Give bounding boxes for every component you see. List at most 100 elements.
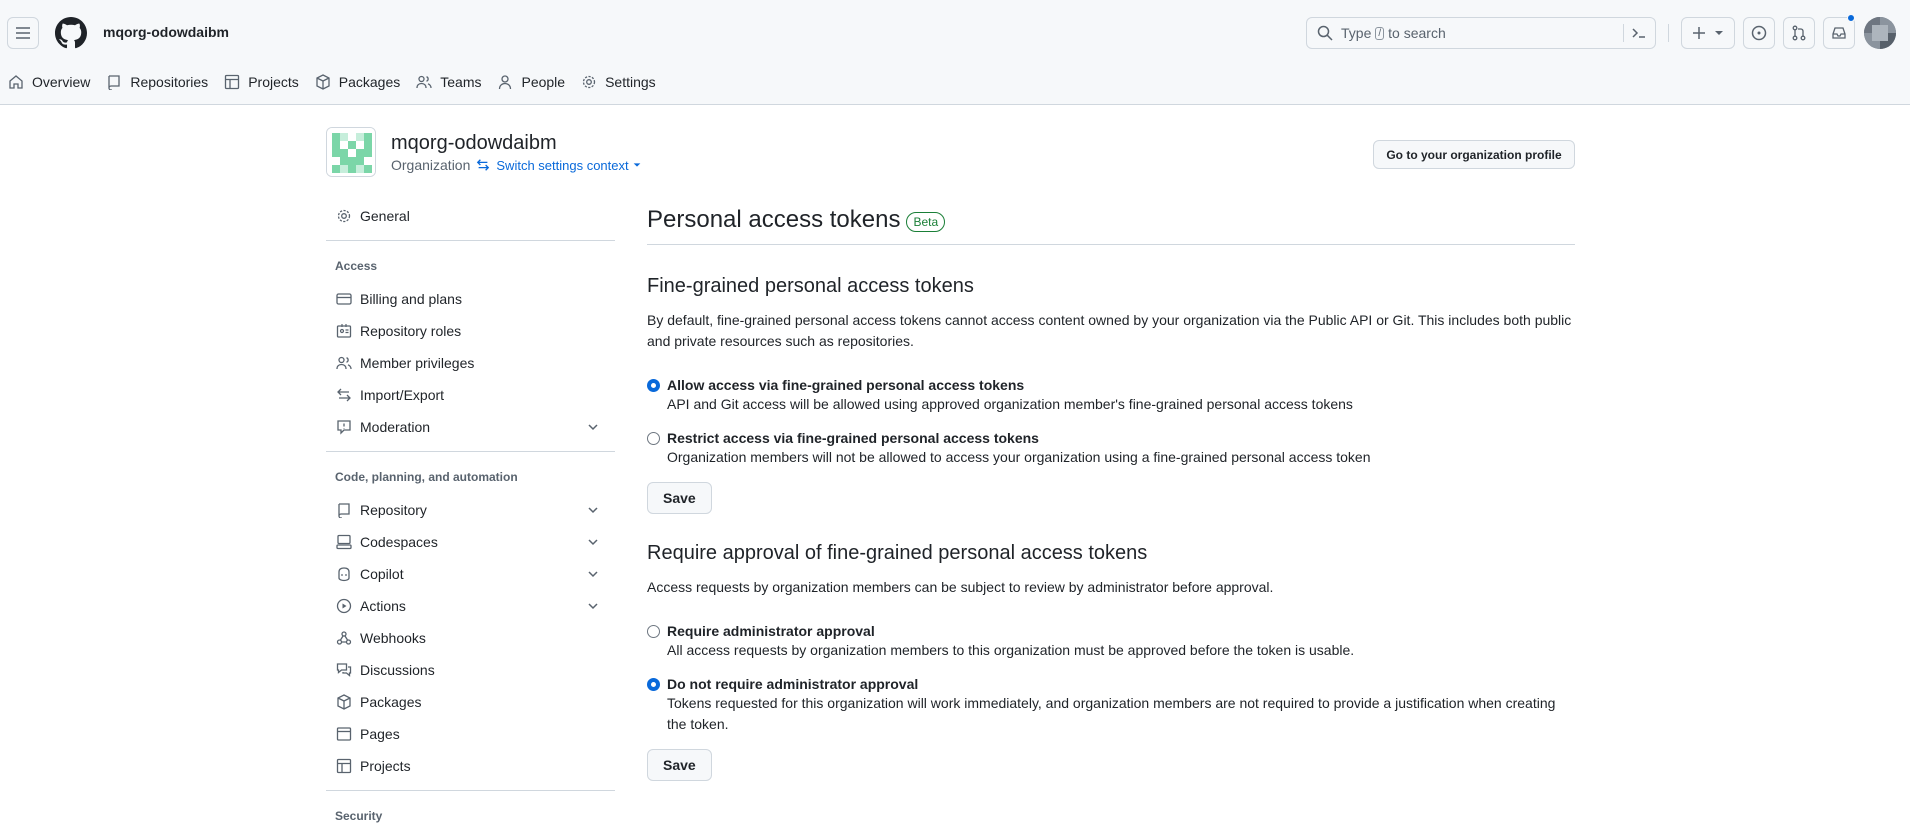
id-badge-icon: [336, 324, 352, 338]
sidebar-item-import-export[interactable]: Import/Export: [326, 379, 615, 411]
page-title: Personal access tokens Beta: [647, 200, 1575, 240]
notification-indicator: [1847, 14, 1855, 22]
sidebar-item-general[interactable]: General: [326, 200, 615, 232]
sidebar-item-label: Webhooks: [360, 630, 426, 646]
org-title: mqorg-odowdaibm: [391, 132, 557, 154]
table-icon: [336, 758, 352, 774]
org-type-label: Organization: [391, 157, 471, 173]
switch-context-label: Switch settings context: [496, 157, 629, 173]
settings-main: Personal access tokens Beta Fine-grained…: [647, 200, 1575, 781]
radio-button-selected[interactable]: [647, 379, 660, 392]
radio-label: Require administrator approval: [667, 623, 875, 639]
settings-sidebar: General Access Billing and plans Reposit…: [326, 200, 615, 833]
webhook-icon: [336, 631, 352, 645]
triangle-down-icon: [633, 163, 640, 167]
sidebar-item-discussions[interactable]: Discussions: [326, 654, 615, 686]
go-to-org-profile-button[interactable]: Go to your organization profile: [1373, 140, 1575, 169]
menu-button[interactable]: [7, 17, 39, 49]
package-icon: [337, 694, 351, 710]
radio-allow-fine-grained[interactable]: Allow access via fine-grained personal a…: [647, 376, 1575, 415]
sidebar-item-member-privileges[interactable]: Member privileges: [326, 347, 615, 379]
report-icon: [337, 420, 351, 435]
radio-button[interactable]: [647, 625, 660, 638]
hamburger-icon: [16, 27, 30, 39]
sidebar-item-billing[interactable]: Billing and plans: [326, 283, 615, 315]
sidebar-item-codespaces[interactable]: Codespaces: [326, 526, 615, 558]
radio-no-approval[interactable]: Do not require administrator approval To…: [647, 675, 1575, 735]
pull-requests-button[interactable]: [1783, 17, 1815, 49]
search-placeholder-prefix: Type: [1341, 25, 1372, 41]
sidebar-heading-access: Access: [335, 259, 378, 273]
chevron-down-icon: [588, 571, 598, 578]
radio-label: Restrict access via fine-grained persona…: [667, 430, 1039, 446]
fine-grained-section: Fine-grained personal access tokens By d…: [647, 275, 1575, 514]
search-icon: [1317, 25, 1333, 41]
org-subtitle: Organization Switch settings context: [391, 157, 642, 173]
sidebar-item-actions[interactable]: Actions: [326, 590, 615, 622]
gear-icon: [337, 209, 351, 223]
github-logo-icon[interactable]: [55, 17, 87, 49]
create-new-button[interactable]: [1681, 17, 1735, 49]
triangle-down-icon: [1715, 31, 1723, 35]
sidebar-item-label: Repository: [360, 502, 427, 518]
sidebar-item-label: Pages: [360, 726, 400, 742]
sidebar-divider: [326, 240, 615, 241]
copilot-icon: [338, 567, 350, 582]
search-shortcut-key: /: [1375, 26, 1385, 40]
top-header: mqorg-odowdaibm Type / to search Overvie…: [0, 0, 1910, 105]
section-heading: Fine-grained personal access tokens: [647, 275, 974, 297]
radio-description: All access requests by organization memb…: [667, 642, 1355, 658]
issues-button[interactable]: [1743, 17, 1775, 49]
tab-label: Repositories: [130, 74, 209, 90]
sidebar-item-webhooks[interactable]: Webhooks: [326, 622, 615, 654]
home-icon: [9, 75, 23, 89]
sidebar-item-label: Import/Export: [360, 387, 445, 403]
sidebar-item-repository[interactable]: Repository: [326, 494, 615, 526]
sidebar-item-label: General: [360, 208, 410, 224]
org-context-name[interactable]: mqorg-odowdaibm: [103, 24, 229, 40]
codespaces-icon: [336, 534, 352, 550]
tab-teams[interactable]: Teams: [408, 71, 489, 93]
tab-projects[interactable]: Projects: [216, 71, 307, 93]
sidebar-item-copilot[interactable]: Copilot: [326, 558, 615, 590]
chevron-down-icon: [588, 507, 598, 514]
tab-overview[interactable]: Overview: [0, 71, 98, 93]
sidebar-item-pages[interactable]: Pages: [326, 718, 615, 750]
command-palette-icon[interactable]: [1631, 25, 1647, 41]
tab-people[interactable]: People: [489, 71, 573, 93]
tab-label: Teams: [440, 74, 482, 90]
switch-settings-context[interactable]: Switch settings context: [476, 158, 641, 173]
issue-opened-icon: [1751, 25, 1767, 41]
people-icon: [336, 356, 352, 370]
repo-icon: [338, 503, 350, 518]
sidebar-item-label: Repository roles: [360, 323, 462, 339]
sidebar-divider: [326, 451, 615, 452]
radio-require-approval[interactable]: Require administrator approval All acces…: [647, 622, 1575, 661]
save-button[interactable]: Save: [647, 482, 712, 514]
tab-packages[interactable]: Packages: [307, 71, 408, 93]
arrow-switch-icon: [477, 159, 490, 171]
git-pull-request-icon: [1792, 25, 1806, 41]
radio-description: API and Git access will be allowed using…: [667, 396, 1353, 412]
sidebar-item-label: Actions: [360, 598, 406, 614]
radio-button-selected[interactable]: [647, 678, 660, 691]
sidebar-item-moderation[interactable]: Moderation: [326, 411, 615, 443]
save-button[interactable]: Save: [647, 749, 712, 781]
org-avatar: [326, 127, 376, 177]
radio-restrict-fine-grained[interactable]: Restrict access via fine-grained persona…: [647, 429, 1575, 468]
tab-repositories[interactable]: Repositories: [98, 71, 216, 93]
radio-button[interactable]: [647, 432, 660, 445]
search-input[interactable]: Type / to search: [1306, 17, 1656, 49]
avatar[interactable]: [1864, 17, 1896, 49]
radio-label: Do not require administrator approval: [667, 676, 919, 692]
tab-label: Projects: [248, 74, 299, 90]
play-icon: [336, 598, 352, 614]
sidebar-item-packages[interactable]: Packages: [326, 686, 615, 718]
sidebar-item-repository-roles[interactable]: Repository roles: [326, 315, 615, 347]
sidebar-item-projects[interactable]: Projects: [326, 750, 615, 782]
header-divider: [1668, 24, 1669, 42]
chevron-down-icon: [588, 424, 598, 431]
tab-settings[interactable]: Settings: [573, 71, 664, 93]
chevron-down-icon: [588, 539, 598, 546]
sidebar-divider: [326, 790, 615, 791]
